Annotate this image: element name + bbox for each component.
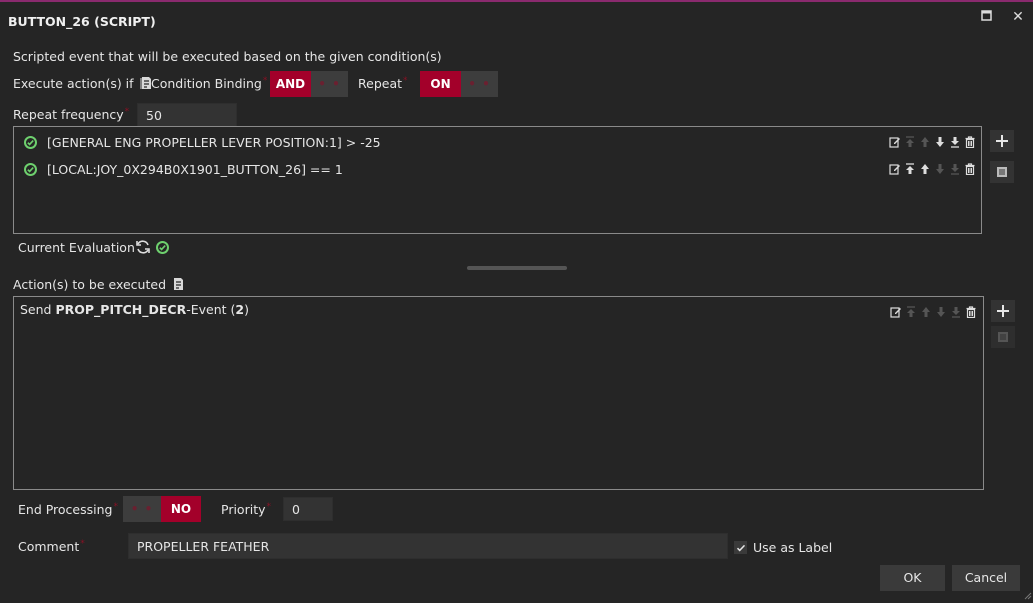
- end-processing-label: End Processing*: [18, 502, 118, 517]
- repeat-frequency-text: Repeat frequency: [13, 107, 124, 122]
- move-up-icon[interactable]: [919, 305, 932, 319]
- required-marker: *: [113, 502, 118, 512]
- action-count: 2: [235, 302, 245, 317]
- end-processing-text: End Processing: [18, 502, 113, 517]
- action-event-suffix: -Event (: [186, 302, 236, 317]
- move-top-icon[interactable]: [904, 305, 917, 319]
- move-top-icon[interactable]: [903, 135, 916, 149]
- condition-row-tools: [888, 162, 976, 176]
- action-prefix: Send: [20, 302, 56, 317]
- trash-icon[interactable]: [963, 162, 976, 176]
- actions-panel: Send PROP_PITCH_DECR-Event (2): [13, 296, 984, 490]
- trash-icon[interactable]: [964, 305, 977, 319]
- ok-button[interactable]: OK: [880, 565, 945, 591]
- priority-label: Priority*: [221, 502, 271, 517]
- execute-label: Execute action(s) if: [13, 76, 152, 93]
- condition-text: [GENERAL ENG PROPELLER LEVER POSITION:1]…: [47, 135, 381, 150]
- move-up-icon[interactable]: [918, 135, 931, 149]
- action-row-tools: [889, 305, 977, 319]
- required-marker: *: [266, 502, 272, 512]
- check-circle-icon: [24, 163, 37, 176]
- edit-icon[interactable]: [888, 162, 901, 176]
- priority-input[interactable]: 0: [283, 497, 333, 521]
- script-icon[interactable]: [172, 277, 184, 294]
- move-up-icon[interactable]: [918, 162, 931, 176]
- required-marker: *: [124, 107, 130, 117]
- priority-text: Priority: [221, 502, 266, 517]
- end-processing-yes-segment[interactable]: • •: [123, 496, 161, 522]
- current-evaluation-label: Current Evaluation: [18, 240, 135, 255]
- action-close-paren: ): [244, 302, 249, 317]
- move-bottom-icon[interactable]: [948, 162, 961, 176]
- window-title: BUTTON_26 (SCRIPT): [8, 14, 156, 29]
- repeat-frequency-label: Repeat frequency*: [13, 107, 129, 122]
- required-marker: *: [262, 76, 268, 86]
- use-as-label-checkbox[interactable]: Use as Label: [734, 540, 832, 555]
- check-circle-icon: [24, 136, 37, 149]
- add-action-button[interactable]: [991, 300, 1015, 322]
- resize-grip-icon[interactable]: [1022, 588, 1032, 603]
- maximize-icon[interactable]: [976, 7, 996, 27]
- condition-row[interactable]: [LOCAL:JOY_0X294B0X1901_BUTTON_26] == 1: [24, 156, 343, 183]
- repeat-toggle[interactable]: ON • •: [420, 71, 498, 97]
- move-bottom-icon[interactable]: [949, 305, 962, 319]
- condition-binding-toggle[interactable]: AND • •: [270, 71, 348, 97]
- repeat-frequency-input[interactable]: 50: [137, 103, 237, 127]
- move-top-icon[interactable]: [903, 162, 916, 176]
- close-icon[interactable]: ✕: [1008, 7, 1028, 27]
- move-down-icon[interactable]: [934, 305, 947, 319]
- actions-label-text: Action(s) to be executed: [13, 277, 167, 292]
- conditions-panel: [GENERAL ENG PROPELLER LEVER POSITION:1]…: [13, 126, 982, 234]
- repeat-on-segment[interactable]: ON: [420, 71, 461, 97]
- use-as-label-text: Use as Label: [753, 540, 833, 555]
- repeat-label-text: Repeat: [358, 76, 403, 91]
- action-list-button[interactable]: [991, 326, 1015, 348]
- condition-binding-text: Condition Binding: [151, 76, 262, 91]
- repeat-off-segment[interactable]: • •: [461, 71, 498, 97]
- description-text: Scripted event that will be executed bas…: [13, 49, 442, 64]
- condition-binding-label: Condition Binding*: [151, 76, 267, 91]
- comment-input[interactable]: PROPELLER FEATHER: [128, 533, 728, 559]
- execute-label-text: Execute action(s) if: [13, 76, 134, 91]
- move-down-icon[interactable]: [933, 162, 946, 176]
- refresh-icon[interactable]: [135, 239, 151, 258]
- plus-icon: [996, 135, 1008, 147]
- move-bottom-icon[interactable]: [948, 135, 961, 149]
- repeat-label: Repeat*: [358, 76, 408, 91]
- end-processing-toggle[interactable]: • • NO: [123, 496, 201, 522]
- required-marker: *: [80, 539, 85, 549]
- binding-and-segment[interactable]: AND: [270, 71, 311, 97]
- add-condition-button[interactable]: [990, 130, 1014, 152]
- script-icon[interactable]: [140, 76, 152, 93]
- edit-icon[interactable]: [888, 135, 901, 149]
- action-event-name: PROP_PITCH_DECR: [55, 302, 187, 317]
- trash-icon[interactable]: [963, 135, 976, 149]
- condition-list-button[interactable]: [990, 161, 1014, 183]
- condition-text: [LOCAL:JOY_0X294B0X1901_BUTTON_26] == 1: [47, 162, 343, 177]
- edit-icon[interactable]: [889, 305, 902, 319]
- actions-label: Action(s) to be executed: [13, 277, 184, 294]
- panel-splitter[interactable]: [467, 266, 567, 270]
- move-down-icon[interactable]: [933, 135, 946, 149]
- evaluation-check-icon: [156, 240, 169, 255]
- checkbox-check-icon[interactable]: [734, 541, 747, 554]
- condition-row-tools: [888, 135, 976, 149]
- action-row[interactable]: Send PROP_PITCH_DECR-Event (2): [20, 302, 249, 317]
- end-processing-no-segment[interactable]: NO: [161, 496, 201, 522]
- list-icon: [998, 332, 1008, 342]
- required-marker: *: [403, 76, 408, 86]
- comment-label: Comment*: [18, 539, 85, 554]
- comment-text: Comment: [18, 539, 80, 554]
- condition-row[interactable]: [GENERAL ENG PROPELLER LEVER POSITION:1]…: [24, 129, 381, 156]
- cancel-button[interactable]: Cancel: [952, 565, 1020, 591]
- binding-or-segment[interactable]: • •: [311, 71, 348, 97]
- plus-icon: [997, 305, 1009, 317]
- list-icon: [997, 167, 1007, 177]
